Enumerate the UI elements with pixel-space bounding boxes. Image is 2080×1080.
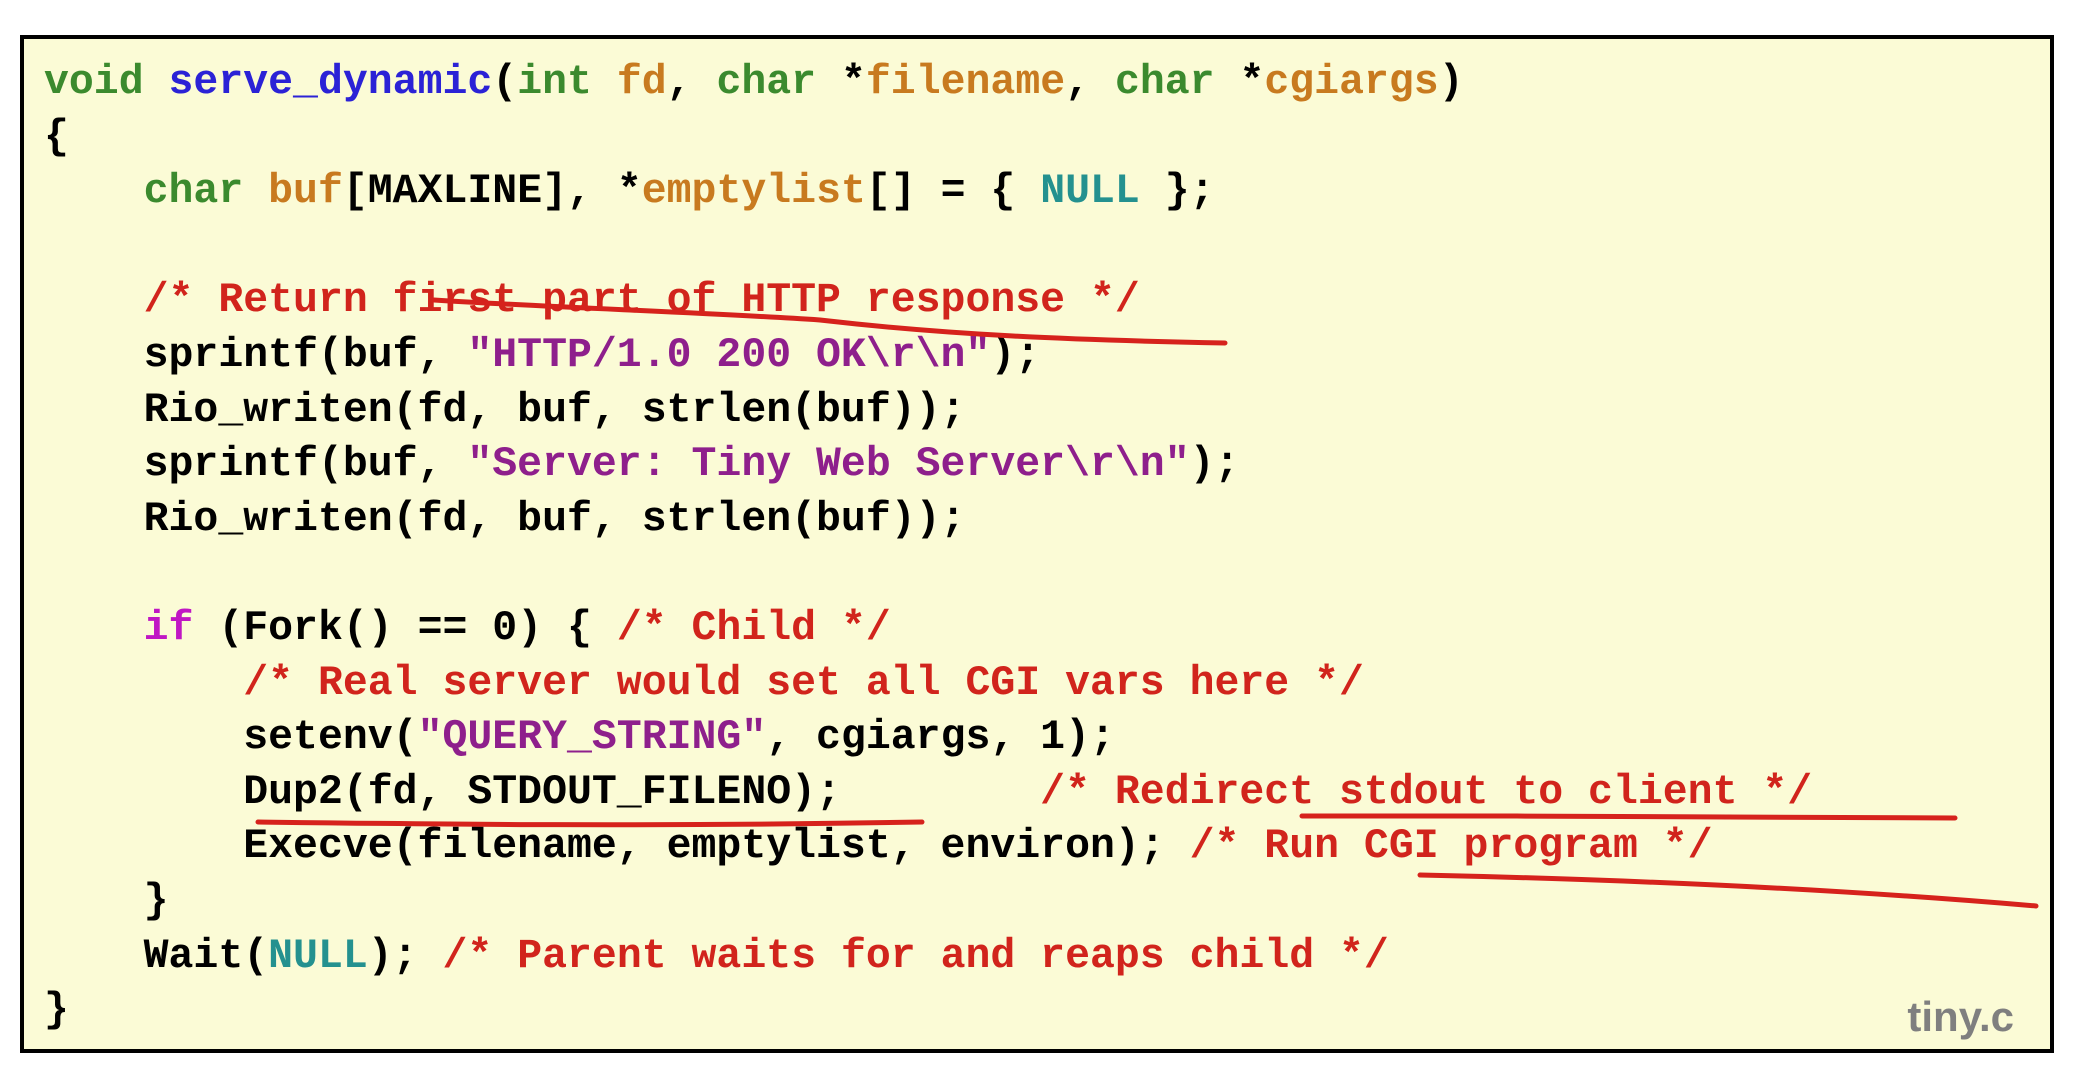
- code-line: if (Fork() == 0) { /* Child */: [44, 602, 1812, 657]
- code-token-control: if: [143, 604, 194, 652]
- code-token-default: Rio_writen(fd, buf, strlen(buf));: [44, 495, 966, 543]
- code-token-default: ): [1438, 59, 1464, 106]
- code-token-keyword: int: [517, 59, 592, 106]
- code-token-default: Wait(: [44, 932, 269, 980]
- code-token-default: sprintf(buf,: [44, 441, 468, 489]
- code-line: sprintf(buf, "HTTP/1.0 200 OK\r\n");: [44, 329, 1812, 384]
- code-token-default: , cgiargs, 1);: [766, 714, 1115, 762]
- code-token-keyword: char: [143, 168, 244, 216]
- code-line: setenv("QUERY_STRING", cgiargs, 1);: [44, 711, 1812, 766]
- code-token-comment: /* Parent waits for and reaps child */: [442, 932, 1389, 980]
- code-token-constant: NULL: [268, 932, 368, 980]
- code-line: void serve_dynamic(int fd, char *filenam…: [44, 56, 1812, 111]
- code-token-default: {: [44, 113, 69, 161]
- code-line: /* Return first part of HTTP response */: [44, 274, 1812, 329]
- code-token-keyword: void: [44, 59, 169, 106]
- code-line: Dup2(fd, STDOUT_FILENO); /* Redirect std…: [44, 766, 1812, 821]
- code-line: Wait(NULL); /* Parent waits for and reap…: [44, 930, 1812, 985]
- code-token-keyword: char: [1114, 59, 1215, 106]
- code-token-default: [44, 168, 144, 215]
- code-token-keyword: char: [716, 59, 817, 106]
- code-token-default: *: [816, 59, 866, 106]
- code-token-comment: /* Return first part of HTTP response */: [143, 277, 1140, 325]
- code-line: {: [44, 111, 1812, 166]
- code-token-string: "HTTP/1.0 200 OK\r\n": [467, 331, 991, 379]
- code-token-string: "QUERY_STRING": [417, 714, 767, 762]
- code-token-identifier: buf: [268, 168, 343, 216]
- code-token-default: }: [44, 987, 69, 1035]
- code-token-default: Execve(filename, emptylist, environ);: [44, 823, 1190, 871]
- code-token-default: [592, 59, 617, 106]
- code-token-identifier: filename: [865, 59, 1066, 106]
- code-token-identifier: fd: [616, 59, 667, 106]
- code-token-identifier: cgiargs: [1264, 59, 1439, 106]
- code-token-default: sprintf(buf,: [44, 331, 468, 379]
- code-line: }: [44, 875, 1812, 930]
- code-token-default: setenv(: [44, 714, 418, 762]
- code-token-default: ,: [666, 59, 717, 106]
- code-token-default: Dup2(fd, STDOUT_FILENO);: [44, 768, 1041, 816]
- code-token-default: [44, 605, 144, 652]
- code-token-default: ,: [1065, 59, 1115, 106]
- code-token-default: *: [1214, 59, 1265, 106]
- filename-label: tiny.c: [1907, 993, 2014, 1040]
- code-token-default: };: [1139, 168, 1215, 216]
- code-line: Rio_writen(fd, buf, strlen(buf));: [44, 493, 1812, 548]
- code-token-default: );: [367, 932, 443, 980]
- code-token-default: [] = {: [865, 168, 1041, 216]
- code-token-default: [243, 168, 268, 215]
- code-token-function-name: serve_dynamic: [168, 59, 493, 106]
- code-token-comment: /* Child */: [616, 604, 891, 652]
- code-token-default: Rio_writen(fd, buf, strlen(buf));: [44, 386, 966, 434]
- code-token-default: [44, 660, 243, 707]
- code-panel: void serve_dynamic(int fd, char *filenam…: [20, 35, 2054, 1053]
- code-token-constant: NULL: [1040, 168, 1140, 216]
- code-block: void serve_dynamic(int fd, char *filenam…: [44, 56, 1812, 1039]
- code-token-comment: /* Run CGI program */: [1189, 823, 1713, 871]
- code-token-default: }: [44, 877, 169, 925]
- code-token-default: [44, 277, 144, 324]
- code-line: sprintf(buf, "Server: Tiny Web Server\r\…: [44, 438, 1812, 493]
- code-token-default: [MAXLINE], *: [342, 168, 642, 216]
- code-token-default: );: [990, 331, 1041, 379]
- code-line: /* Real server would set all CGI vars he…: [44, 657, 1812, 712]
- code-token-identifier: emptylist: [641, 168, 866, 216]
- code-line: }: [44, 984, 1812, 1039]
- code-token-string: "Server: Tiny Web Server\r\n": [467, 441, 1190, 489]
- code-line: Rio_writen(fd, buf, strlen(buf));: [44, 384, 1812, 439]
- code-token-comment: /* Real server would set all CGI vars he…: [243, 659, 1364, 707]
- code-token-default: (Fork() == 0) {: [193, 604, 617, 652]
- code-line: Execve(filename, emptylist, environ); /*…: [44, 820, 1812, 875]
- code-token-comment: /* Redirect stdout to client */: [1040, 768, 1813, 816]
- code-line: char buf[MAXLINE], *emptylist[] = { NULL…: [44, 165, 1812, 220]
- code-token-default: (: [492, 59, 518, 106]
- code-token-default: );: [1189, 441, 1240, 489]
